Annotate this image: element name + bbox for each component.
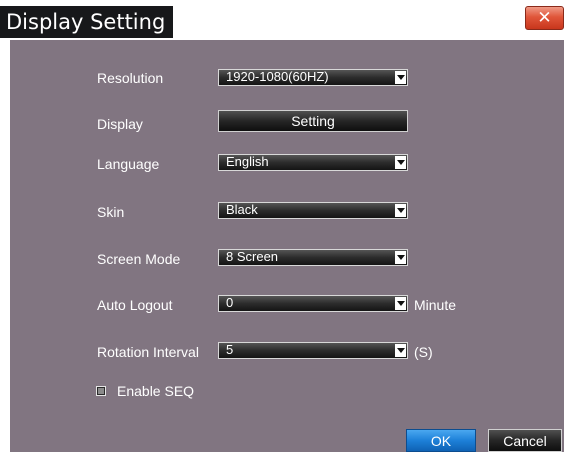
auto-logout-label: Auto Logout (97, 297, 173, 313)
resolution-label: Resolution (97, 70, 164, 86)
rotation-interval-label: Rotation Interval (97, 344, 199, 360)
cancel-button[interactable]: Cancel (488, 429, 562, 452)
skin-select[interactable]: Black (218, 202, 408, 219)
skin-value: Black (226, 202, 258, 217)
language-value: English (226, 154, 269, 169)
screen-mode-label: Screen Mode (97, 251, 181, 267)
chevron-down-icon (395, 156, 406, 169)
window-title: Display Setting (0, 6, 174, 38)
rotation-interval-unit: (S) (414, 344, 433, 360)
close-icon: ✕ (537, 8, 552, 27)
enable-seq-label: Enable SEQ (117, 383, 195, 399)
chevron-down-icon (395, 251, 406, 264)
title-bar: Display Setting ✕ (0, 0, 571, 40)
chevron-down-icon (395, 344, 406, 357)
screen-mode-value: 8 Screen (226, 249, 279, 264)
language-select[interactable]: English (218, 154, 408, 171)
settings-panel: Resolution 1920-1080(60HZ) Display Setti… (10, 40, 564, 452)
resolution-value: 1920-1080(60HZ) (226, 69, 329, 84)
skin-label: Skin (97, 204, 125, 220)
enable-seq-checkbox[interactable] (96, 386, 106, 396)
auto-logout-value: 0 (226, 295, 234, 310)
screen-mode-select[interactable]: 8 Screen (218, 249, 408, 266)
rotation-interval-value: 5 (226, 342, 234, 357)
chevron-down-icon (395, 204, 406, 217)
auto-logout-select[interactable]: 0 (218, 295, 408, 312)
language-label: Language (97, 156, 160, 172)
chevron-down-icon (395, 297, 406, 310)
auto-logout-unit: Minute (414, 297, 457, 313)
chevron-down-icon (395, 71, 406, 84)
display-setting-window: Display Setting ✕ Resolution 1920-1080(6… (0, 0, 571, 452)
display-label: Display (97, 116, 143, 132)
rotation-interval-select[interactable]: 5 (218, 342, 408, 359)
display-setting-button[interactable]: Setting (218, 110, 408, 132)
ok-button[interactable]: OK (406, 429, 476, 452)
resolution-select[interactable]: 1920-1080(60HZ) (218, 69, 408, 86)
close-button[interactable]: ✕ (525, 6, 564, 30)
